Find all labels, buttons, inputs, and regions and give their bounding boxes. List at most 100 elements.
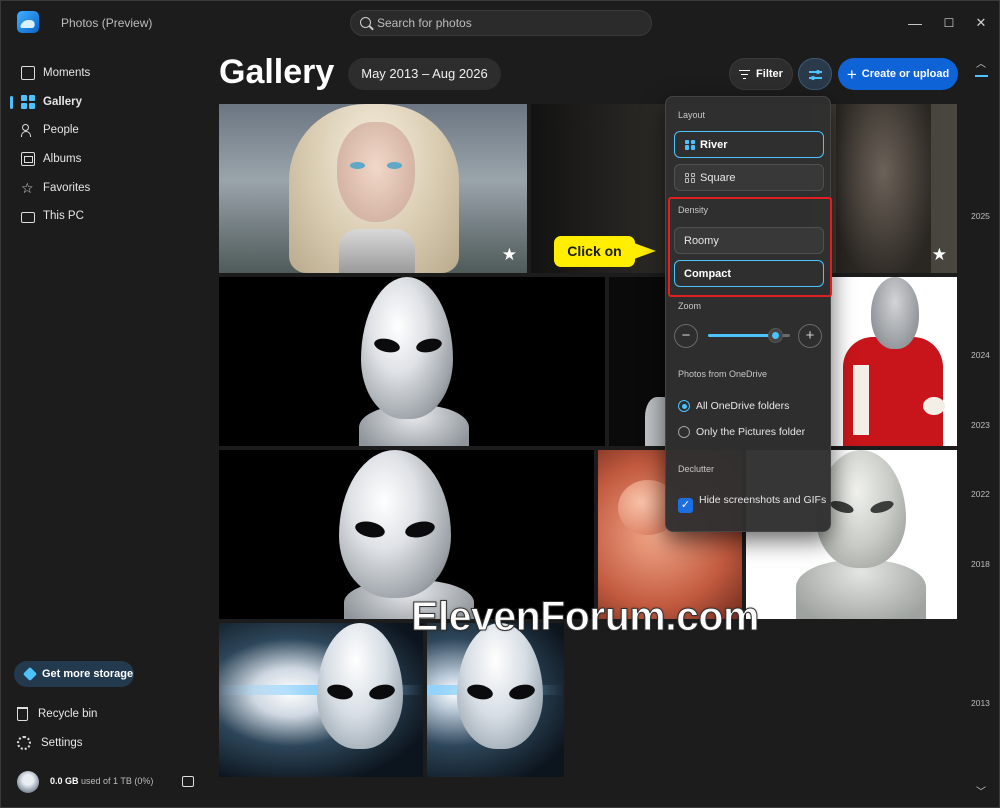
- density-option-roomy[interactable]: Roomy: [674, 227, 824, 254]
- density-option-label: Compact: [684, 267, 732, 280]
- sidebar-item-this-pc[interactable]: This PC: [11, 203, 201, 229]
- scroll-up-icon[interactable]: ︿: [976, 55, 986, 70]
- plus-icon: +: [846, 64, 857, 84]
- callout-arrow: [634, 243, 656, 259]
- sidebar-item-label: This PC: [43, 210, 84, 222]
- title-bar: Photos (Preview) — ☐ ✕: [1, 1, 999, 45]
- density-heading: Density: [678, 205, 709, 215]
- zoom-out-button[interactable]: −: [674, 324, 698, 348]
- watermark-text: ElevenForum.com: [411, 593, 760, 640]
- onedrive-heading: Photos from OneDrive: [678, 369, 768, 379]
- moments-icon: [21, 66, 35, 80]
- zoom-slider-fill: [708, 334, 776, 337]
- diamond-icon: [22, 666, 38, 682]
- click-on-callout: Click on: [554, 236, 635, 267]
- zoom-heading: Zoom: [678, 301, 702, 311]
- declutter-heading: Declutter: [678, 464, 715, 474]
- favorite-star-icon[interactable]: ★: [502, 245, 517, 265]
- maximize-button[interactable]: ☐: [937, 11, 961, 35]
- density-option-label: Roomy: [684, 234, 719, 247]
- avatar[interactable]: [17, 771, 39, 793]
- sidebar-item-label: Moments: [43, 67, 91, 79]
- sidebar-item-label: Albums: [43, 153, 82, 165]
- photo-thumbnail[interactable]: [219, 277, 605, 446]
- layout-heading: Layout: [678, 110, 706, 120]
- hide-screenshots-checkbox-row[interactable]: ✓ Hide screenshots and GIFs: [678, 493, 828, 513]
- sidebar-item-favorites[interactable]: ☆ Favorites: [11, 175, 201, 201]
- sidebar-item-label: Gallery: [43, 96, 82, 108]
- search-input[interactable]: [377, 13, 637, 33]
- storage-used-value: 0.0 GB: [50, 776, 79, 786]
- sidebar-item-moments[interactable]: Moments: [11, 60, 201, 86]
- scroll-down-icon[interactable]: ﹀: [976, 783, 986, 798]
- photos-app-icon: [17, 11, 39, 33]
- date-range-button[interactable]: May 2013 – Aug 2026: [348, 58, 501, 90]
- radio-button-selected[interactable]: [678, 400, 690, 412]
- radio-only-pictures-folder[interactable]: Only the Pictures folder: [678, 426, 805, 438]
- layout-option-river[interactable]: River: [674, 131, 824, 158]
- storage-usage: 0.0 GB used of 1 TB (0%): [50, 776, 153, 786]
- layout-option-label: River: [700, 138, 728, 151]
- photo-thumbnail[interactable]: [609, 277, 665, 446]
- settings-item[interactable]: Settings: [17, 732, 83, 754]
- radio-button[interactable]: [678, 426, 690, 438]
- view-settings-flyout: Layout River Square Density Roomy Compac…: [665, 96, 832, 532]
- river-layout-icon: [685, 139, 695, 150]
- photo-thumbnail[interactable]: [427, 623, 564, 777]
- sidebar-item-gallery[interactable]: Gallery: [10, 89, 201, 115]
- photo-thumbnail[interactable]: [831, 277, 957, 446]
- timeline-year[interactable]: 2022: [971, 489, 990, 499]
- density-option-compact[interactable]: Compact: [674, 260, 824, 287]
- gear-icon: [17, 736, 31, 750]
- favorite-star-icon[interactable]: ★: [932, 245, 947, 265]
- storage-used-detail: used of 1 TB (0%): [81, 776, 154, 786]
- checkbox-label: Hide screenshots and GIFs: [699, 494, 827, 506]
- page-title: Gallery: [219, 53, 335, 91]
- view-settings-button[interactable]: [798, 58, 832, 90]
- square-layout-icon: [685, 172, 695, 183]
- photos-app-window: Photos (Preview) — ☐ ✕ Moments Gallery P…: [0, 0, 1000, 808]
- sliders-icon: [809, 69, 822, 80]
- gallery-icon: [21, 95, 35, 109]
- star-icon: ☆: [21, 180, 34, 196]
- search-box[interactable]: [350, 10, 652, 36]
- recycle-bin-label: Recycle bin: [38, 708, 98, 720]
- layout-option-label: Square: [700, 171, 736, 184]
- timeline-year[interactable]: 2024: [971, 350, 990, 360]
- photo-thumbnail[interactable]: ★: [219, 104, 527, 273]
- settings-label: Settings: [41, 737, 83, 749]
- albums-icon: [21, 152, 35, 166]
- search-icon: [360, 17, 371, 28]
- radio-label: All OneDrive folders: [696, 400, 790, 412]
- timeline-year[interactable]: 2023: [971, 420, 990, 430]
- layout-option-square[interactable]: Square: [674, 164, 824, 191]
- minimize-button[interactable]: —: [903, 11, 927, 35]
- filter-icon: [739, 69, 751, 79]
- storage-button-label: Get more storage: [42, 668, 134, 680]
- sidebar-item-albums[interactable]: Albums: [11, 146, 201, 172]
- radio-all-onedrive-folders[interactable]: All OneDrive folders: [678, 400, 789, 412]
- timeline-position-marker[interactable]: [975, 75, 988, 77]
- onedrive-status-icon[interactable]: [182, 776, 194, 787]
- recycle-bin-item[interactable]: Recycle bin: [17, 703, 97, 725]
- photo-thumbnail[interactable]: [219, 623, 423, 777]
- sidebar-item-people[interactable]: People: [11, 117, 201, 143]
- zoom-slider-thumb[interactable]: [768, 328, 784, 343]
- timeline-year[interactable]: 2025: [971, 211, 990, 221]
- filter-button[interactable]: Filter: [729, 58, 793, 90]
- app-title: Photos (Preview): [61, 16, 153, 30]
- create-label: Create or upload: [861, 68, 950, 80]
- close-button[interactable]: ✕: [969, 11, 993, 35]
- create-or-upload-button[interactable]: + Create or upload: [838, 58, 958, 90]
- trash-icon: [17, 707, 28, 721]
- timeline-year[interactable]: 2013: [971, 698, 990, 708]
- get-more-storage-button[interactable]: Get more storage: [14, 661, 134, 687]
- sidebar-item-label: People: [43, 124, 79, 136]
- checkbox-checked[interactable]: ✓: [678, 498, 693, 513]
- timeline-year[interactable]: 2018: [971, 559, 990, 569]
- zoom-slider[interactable]: [708, 328, 790, 343]
- zoom-in-button[interactable]: +: [798, 324, 822, 348]
- sidebar-item-label: Favorites: [43, 182, 91, 194]
- folder-icon: [21, 211, 35, 223]
- filter-label: Filter: [756, 68, 783, 80]
